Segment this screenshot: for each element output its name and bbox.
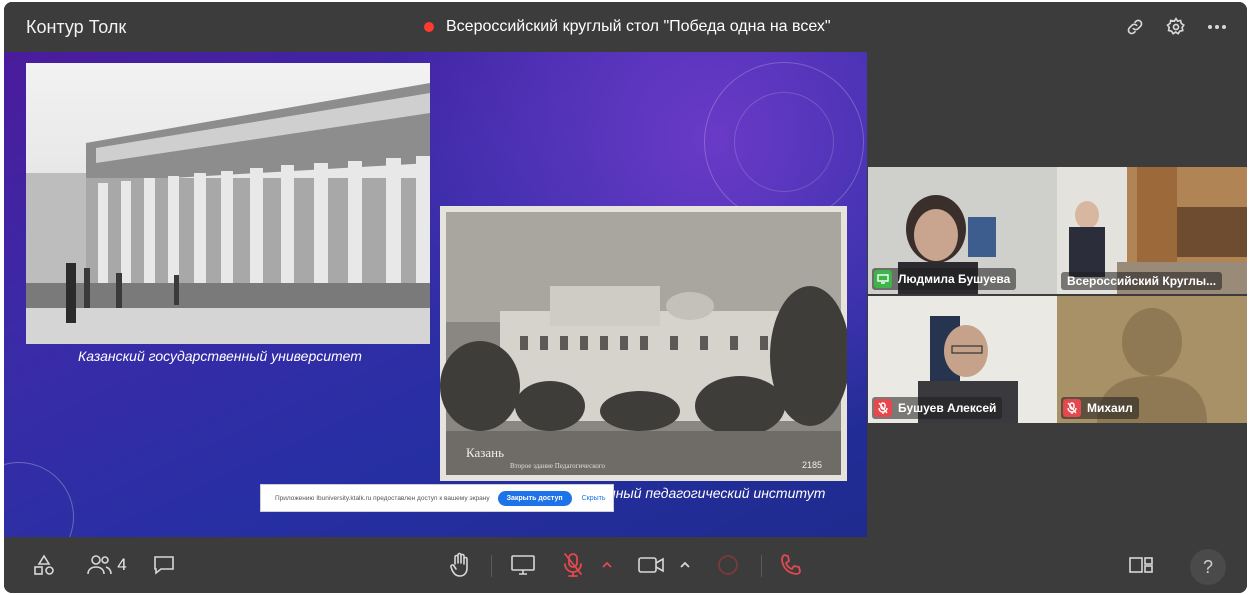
bottom-toolbar: 4 ? [4,537,1247,593]
shapes-icon[interactable] [30,551,58,579]
participant-name: Бушуев Алексей [898,401,997,415]
stop-sharing-button[interactable]: Закрыть доступ [497,490,572,506]
mic-off-icon[interactable] [560,551,586,579]
more-icon[interactable] [1204,14,1230,40]
participant-name-tag: Людмила Бушуева [872,268,1017,290]
camera-options-chevron-icon[interactable] [678,551,692,579]
gear-icon[interactable] [1163,14,1189,40]
university-photo [26,63,430,344]
toolbar-divider [491,555,492,577]
recording-indicator-icon [424,22,434,32]
participants-count: 4 [117,555,127,574]
screen-share-notice: Приложению Ibuniversity.ktalk.ru предост… [260,484,614,512]
chat-icon[interactable] [150,551,178,579]
record-icon[interactable] [714,551,742,579]
mic-off-icon [874,399,892,417]
participant-name: Михаил [1087,401,1133,415]
video-call-window: Контур Толк Всероссийский круглый стол "… [4,2,1247,593]
screen-share-stage: Казанский государственный университет Ка… [4,52,867,537]
slide-caption-right: нный педагогический институт [608,485,826,501]
participant-tile[interactable]: Людмила Бушуева [868,167,1057,294]
photo-number: 2185 [802,460,822,470]
hide-notice-link[interactable]: Скрыть [582,495,606,502]
participant-tile[interactable]: Бушуев Алексей [868,296,1057,423]
slide-caption-left: Казанский государственный университет [78,348,362,364]
mic-off-icon [1063,399,1081,417]
participant-name-tag: Бушуев Алексей [872,397,1003,419]
participants-button[interactable]: 4 [82,551,132,579]
screen-share-button-icon[interactable] [509,551,537,579]
participant-name-tag: Всероссийский Круглы... [1061,272,1223,290]
app-title: Контур Толк [26,17,127,37]
photo-label: Казань [466,445,504,460]
end-call-icon[interactable] [776,551,806,579]
raise-hand-icon[interactable] [446,551,474,579]
meeting-title-group: Всероссийский круглый стол "Победа одна … [424,18,831,36]
layout-icon[interactable] [1126,551,1156,579]
participant-name: Людмила Бушуева [898,272,1011,286]
institute-photo: Казань Второе здание Педагогического 218… [440,206,847,481]
participant-tile[interactable]: Михаил [1057,296,1247,423]
decorative-circle [734,92,834,192]
meeting-title: Всероссийский круглый стол "Победа одна … [446,18,831,35]
participant-tile[interactable]: Всероссийский Круглы... [1057,167,1247,294]
header-bar: Контур Толк Всероссийский круглый стол "… [4,2,1247,52]
photo-sublabel: Второе здание Педагогического [510,462,605,470]
link-icon[interactable] [1122,14,1148,40]
decorative-circle [4,462,74,537]
toolbar-divider [761,555,762,577]
camera-icon[interactable] [636,551,666,579]
users-icon [87,555,113,575]
screen-share-icon [874,270,892,288]
participant-name: Всероссийский Круглы... [1067,274,1217,288]
notice-text: Приложению Ibuniversity.ktalk.ru предост… [275,494,490,502]
participant-name-tag: Михаил [1061,397,1139,419]
help-button[interactable]: ? [1190,549,1226,585]
mic-options-chevron-icon[interactable] [600,551,614,579]
